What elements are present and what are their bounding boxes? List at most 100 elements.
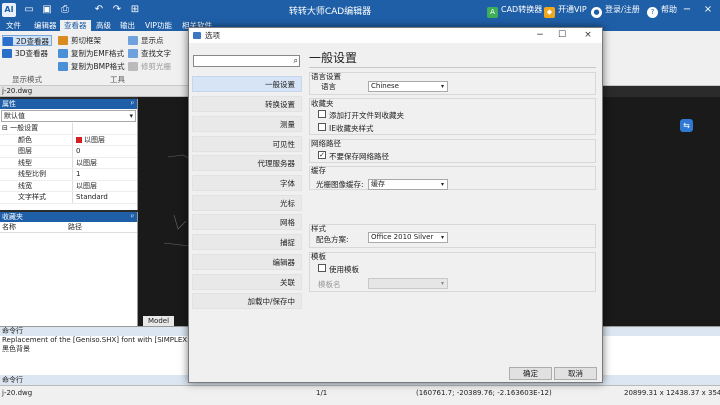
vip-link[interactable]: ◆ 开通VIP <box>544 3 587 18</box>
viewer-2d-button[interactable]: 2D查看器 <box>2 35 52 46</box>
col-path[interactable]: 路径 <box>68 222 137 232</box>
col-name[interactable]: 名称 <box>0 222 68 232</box>
status-bar: j-20.dwg 1/1 (160761.7; -20389.76; -2.16… <box>0 385 720 405</box>
find-text-button[interactable]: 查找文字 <box>128 48 171 59</box>
raster-cache-label: 光栅图像缓存: <box>316 180 364 189</box>
favorites-section-title: 收藏夹 <box>311 99 334 108</box>
printer-icon[interactable]: ⊞ <box>128 3 142 17</box>
tab-output[interactable]: 输出 <box>116 20 139 31</box>
dialog-minimize-button[interactable]: − <box>529 28 551 43</box>
prop-row-linetype-scale[interactable]: 线型比例 1 <box>0 169 137 181</box>
nav-editor[interactable]: 编辑器 <box>192 254 302 270</box>
search-icon: ⌕ <box>293 56 298 65</box>
nav-conversion[interactable]: 转换设置 <box>192 96 302 112</box>
nav-general[interactable]: 一般设置 <box>192 76 302 92</box>
favorites-header: 收藏夹 ᵖ <box>0 212 137 222</box>
cancel-button[interactable]: 取消 <box>554 367 597 380</box>
cad-converter-link[interactable]: A CAD转换器 <box>487 3 542 18</box>
properties-header: 属性 ᵖ <box>0 99 137 109</box>
favorites-columns: 名称 路径 <box>0 222 137 233</box>
copy-emf-button[interactable]: 复制为EMF格式 <box>58 48 124 59</box>
color-scheme-select[interactable]: Office 2010 Silver ▾ <box>368 232 448 243</box>
style-section-title: 样式 <box>311 224 326 233</box>
prop-row-text-style[interactable]: 文字样式 Standard <box>0 192 137 204</box>
add-to-favorites-label: 添加打开文件到收藏夹 <box>329 111 404 120</box>
undo-icon[interactable]: ↶ <box>92 3 106 17</box>
minimize-button[interactable]: − <box>680 3 694 17</box>
add-to-favorites-checkbox[interactable] <box>318 110 326 118</box>
open-icon[interactable]: ▭ <box>22 3 36 17</box>
nav-proxy[interactable]: 代理服务器 <box>192 155 302 171</box>
nav-load-save[interactable]: 加载中/保存中 <box>192 293 302 309</box>
color-swatch <box>76 136 82 143</box>
tab-editor[interactable]: 编辑器 <box>30 20 61 31</box>
tab-viewer[interactable]: 查看器 <box>60 20 91 31</box>
2d-icon <box>3 37 13 46</box>
show-points-button[interactable]: 显示点 <box>128 35 164 46</box>
ie-favorites-checkbox[interactable] <box>318 123 326 131</box>
chevron-down-icon: ▾ <box>440 83 444 90</box>
nav-visibility[interactable]: 可见性 <box>192 136 302 152</box>
status-file: j-20.dwg <box>2 389 33 397</box>
tab-advanced[interactable]: 高级 <box>92 20 115 31</box>
status-page: 1/1 <box>316 389 328 397</box>
title-bar: AI ▭ ▣ ⎙ ↶ ↷ ⊞ 转转大师CAD编辑器 A CAD转换器 ◆ 开通VIP… <box>0 0 720 20</box>
language-label: 语言 <box>321 82 336 91</box>
app-logo: AI <box>2 3 16 17</box>
3d-icon <box>2 49 12 58</box>
template-section-title: 模板 <box>311 252 326 261</box>
dont-save-network-path-checkbox[interactable]: ✓ <box>318 151 326 159</box>
prop-row-color[interactable]: 颜色 以图层 <box>0 134 137 146</box>
nav-grid[interactable]: 网格 <box>192 214 302 230</box>
nav-association[interactable]: 关联 <box>192 274 302 290</box>
language-select[interactable]: Chinese ▾ <box>368 81 448 92</box>
pin-icon[interactable]: ᵖ <box>131 99 134 109</box>
use-template-checkbox[interactable] <box>318 264 326 272</box>
login-link[interactable]: ● 登录/注册 <box>591 3 640 18</box>
print-icon[interactable]: ⎙ <box>58 3 72 17</box>
dialog-close-button[interactable]: × <box>577 28 599 43</box>
chevron-down-icon: ▾ <box>440 280 444 287</box>
nav-cursor[interactable]: 光标 <box>192 195 302 211</box>
nav-snap[interactable]: 捕捉 <box>192 234 302 250</box>
pin-icon[interactable]: ᵖ <box>131 212 134 222</box>
clip-icon <box>58 36 68 45</box>
prop-row-lineweight[interactable]: 线宽 以图层 <box>0 180 137 192</box>
nav-fonts[interactable]: 字体 <box>192 175 302 191</box>
options-search-input[interactable]: ⌕ <box>193 55 300 67</box>
prop-group-general[interactable]: ⊟ 一般设置 <box>0 123 137 135</box>
network-section-title: 网络路径 <box>311 139 341 148</box>
chevron-down-icon: ▾ <box>129 112 133 120</box>
template-name-select[interactable]: ▾ <box>368 278 448 289</box>
document-tab[interactable]: j-20.dwg <box>0 86 190 97</box>
options-dialog: 选项 − ☐ × ⌕ 一般设置 转换设置 测量 可见性 代理服务器 字体 光标 … <box>188 27 603 383</box>
floating-tool-icon[interactable]: ⇆ <box>680 119 693 132</box>
close-window-button[interactable]: × <box>701 3 715 17</box>
group-display-mode: 显示模式 <box>12 75 42 84</box>
help-icon: ? <box>647 7 658 18</box>
model-tab[interactable]: Model <box>143 316 175 326</box>
viewer-3d-button[interactable]: 3D查看器 <box>2 48 48 59</box>
help-link[interactable]: ? 帮助 <box>647 3 677 18</box>
prop-row-layer[interactable]: 图层 0 <box>0 146 137 158</box>
save-icon[interactable]: ▣ <box>40 3 54 17</box>
raster-cache-select[interactable]: 缓存 ▾ <box>368 179 448 190</box>
window-title: 转转大师CAD编辑器 <box>288 7 372 17</box>
prop-row-linetype[interactable]: 线型 以图层 <box>0 157 137 169</box>
dialog-maximize-button[interactable]: ☐ <box>551 28 573 43</box>
clip-frame-button[interactable]: 剪切框架 <box>58 35 101 46</box>
tab-vip[interactable]: VIP功能 <box>141 20 176 31</box>
ok-button[interactable]: 确定 <box>509 367 552 380</box>
redo-icon[interactable]: ↷ <box>110 3 124 17</box>
copy-bmp-button[interactable]: 复制为BMP格式 <box>58 61 125 72</box>
nav-measure[interactable]: 测量 <box>192 116 302 132</box>
tab-file[interactable]: 文件 <box>2 20 25 31</box>
style-section <box>309 224 596 248</box>
group-tools: 工具 <box>110 75 125 84</box>
trim-raster-button[interactable]: 修剪光栅 <box>128 61 171 72</box>
properties-selector[interactable]: 默认值 ▾ <box>1 110 136 122</box>
dialog-titlebar: 选项 − ☐ × <box>189 28 602 43</box>
cache-section-title: 缓存 <box>311 166 326 175</box>
diamond-icon: ◆ <box>544 7 555 18</box>
color-scheme-label: 配色方案: <box>316 235 349 244</box>
